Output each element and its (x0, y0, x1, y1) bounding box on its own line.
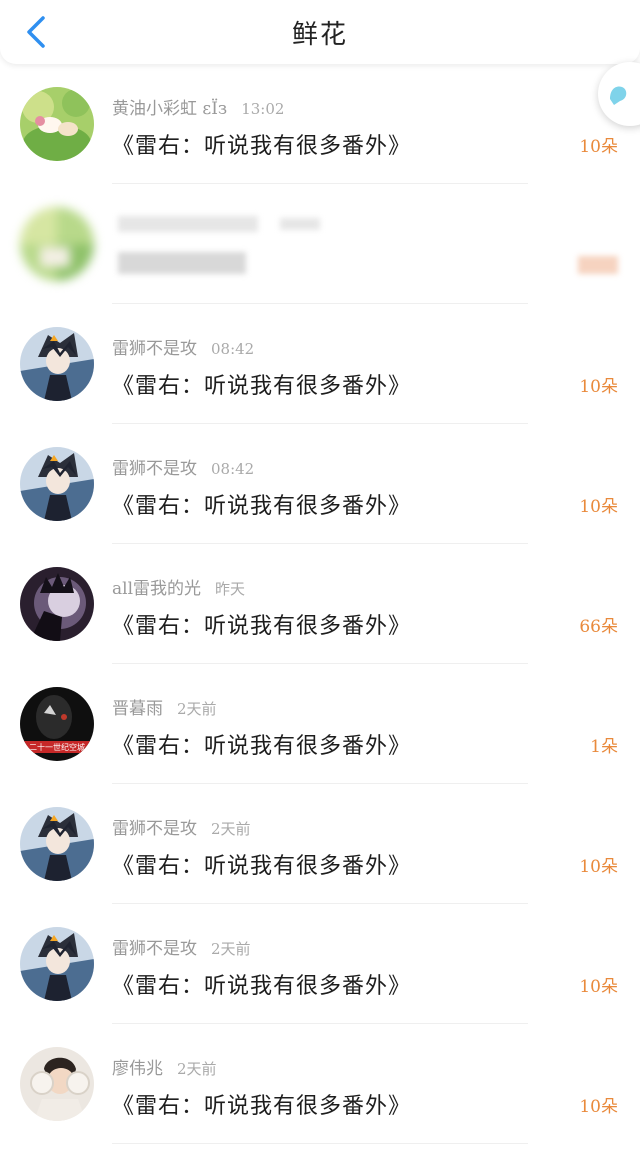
book-title[interactable]: 《雷右：听说我有很多番外》 (112, 128, 411, 160)
list-item[interactable]: 雷狮不是攻 08:42 《雷右：听说我有很多番外》 10朵 (0, 304, 640, 424)
username[interactable]: 雷狮不是攻 (112, 819, 197, 839)
blurred-book-title (118, 252, 246, 274)
list-item[interactable]: 二十一世纪空城 晋暮雨 2天前 《雷右：听说我有很多番外》 1朵 (0, 664, 640, 784)
list-item[interactable]: 雷狮不是攻 2天前 《雷右：听说我有很多番外》 10朵 (0, 904, 640, 1024)
row-meta: 雷狮不是攻 08:42 (112, 454, 254, 479)
row-meta: 晋暮雨 2天前 (112, 694, 217, 719)
list-item[interactable]: 雷狮不是攻 2天前 《雷右：听说我有很多番外》 10朵 (0, 784, 640, 904)
timestamp: 2天前 (211, 940, 251, 958)
timestamp: 2天前 (211, 820, 251, 838)
avatar (20, 327, 94, 401)
avatar (20, 927, 94, 1001)
row-meta: 雷狮不是攻 08:42 (112, 334, 254, 359)
row-meta: 雷狮不是攻 2天前 (112, 934, 251, 959)
blurred-flower-count (578, 256, 618, 274)
avatar (20, 807, 94, 881)
username[interactable]: 晋暮雨 (112, 699, 163, 719)
username[interactable]: 黄油小彩虹 εÏз (112, 99, 227, 119)
timestamp: 08:42 (211, 460, 255, 478)
flower-count: 10朵 (579, 977, 618, 997)
avatar (20, 447, 94, 521)
list-item[interactable]: 雷狮不是攻 08:42 《雷右：听说我有很多番外》 10朵 (0, 424, 640, 544)
username[interactable]: 雷狮不是攻 (112, 459, 197, 479)
book-title[interactable]: 《雷右：听说我有很多番外》 (112, 848, 411, 880)
top-bar: 鲜花 (0, 0, 640, 64)
row-meta: 黄油小彩虹 εÏз 13:02 (112, 94, 284, 119)
flower-count: 10朵 (579, 1097, 618, 1117)
row-meta: 雷狮不是攻 2天前 (112, 814, 251, 839)
username[interactable]: 雷狮不是攻 (112, 939, 197, 959)
blurred-time (280, 218, 320, 230)
flower-count: 1朵 (590, 737, 618, 757)
username[interactable]: all雷我的光 (112, 579, 201, 599)
flower-count: 10朵 (579, 377, 618, 397)
avatar (20, 1047, 94, 1121)
avatar-banner-text: 二十一世纪空城 (29, 742, 85, 752)
avatar (20, 87, 94, 161)
flower-count: 66朵 (579, 617, 618, 637)
avatar (20, 567, 94, 641)
book-title[interactable]: 《雷右：听说我有很多番外》 (112, 488, 411, 520)
list-item[interactable]: all雷我的光 昨天 《雷右：听说我有很多番外》 66朵 (0, 544, 640, 664)
timestamp: 2天前 (177, 700, 217, 718)
username[interactable]: 廖伟兆 (112, 1059, 163, 1079)
book-title[interactable]: 《雷右：听说我有很多番外》 (112, 608, 411, 640)
username[interactable]: 雷狮不是攻 (112, 339, 197, 359)
page-title: 鲜花 (291, 20, 348, 50)
flower-count: 10朵 (579, 137, 618, 157)
blurred-username (118, 216, 258, 232)
list-item-blurred[interactable] (0, 184, 640, 304)
book-title[interactable]: 《雷右：听说我有很多番外》 (112, 368, 411, 400)
timestamp: 2天前 (177, 1060, 217, 1078)
avatar (20, 207, 94, 281)
row-meta: all雷我的光 昨天 (112, 574, 245, 599)
flower-list: 黄油小彩虹 εÏз 13:02 《雷右：听说我有很多番外》 10朵 雷狮不是攻 … (0, 64, 640, 1144)
timestamp: 昨天 (215, 580, 246, 598)
row-meta: 廖伟兆 2天前 (112, 1054, 217, 1079)
flower-count: 10朵 (579, 857, 618, 877)
avatar: 二十一世纪空城 (20, 687, 94, 761)
timestamp: 08:42 (211, 340, 255, 358)
list-item[interactable]: 黄油小彩虹 εÏз 13:02 《雷右：听说我有很多番外》 10朵 (0, 64, 640, 184)
list-item[interactable]: 廖伟兆 2天前 《雷右：听说我有很多番外》 10朵 (0, 1024, 640, 1144)
book-title[interactable]: 《雷右：听说我有很多番外》 (112, 728, 411, 760)
bubble-icon (610, 86, 627, 105)
flower-count: 10朵 (579, 497, 618, 517)
book-title[interactable]: 《雷右：听说我有很多番外》 (112, 1088, 411, 1120)
timestamp: 13:02 (241, 100, 285, 118)
book-title[interactable]: 《雷右：听说我有很多番外》 (112, 968, 411, 1000)
